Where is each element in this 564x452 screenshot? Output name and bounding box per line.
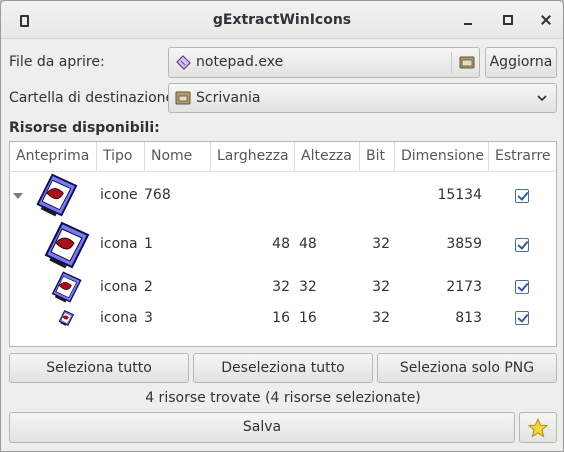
extract-checkbox[interactable] bbox=[515, 280, 529, 294]
desktop-folder-icon bbox=[175, 91, 191, 105]
resources-table[interactable]: Anteprima Tipo Nome Larghezza Altezza Bi… bbox=[9, 141, 557, 347]
notepad-icon bbox=[58, 310, 74, 326]
row-tipo: icona bbox=[100, 279, 138, 295]
extract-checkbox[interactable] bbox=[515, 189, 529, 203]
row-altezza: 16 bbox=[299, 310, 317, 326]
notepad-file-icon bbox=[176, 55, 191, 70]
deselect-all-button[interactable]: Deseleziona tutto bbox=[193, 353, 373, 383]
file-chooser[interactable]: notepad.exe bbox=[168, 47, 480, 78]
save-button[interactable]: Salva bbox=[9, 412, 515, 443]
select-png-button[interactable]: Seleziona solo PNG bbox=[377, 353, 557, 383]
status-text: 4 risorse trovate (4 risorse selezionate… bbox=[145, 390, 421, 406]
folder-icon[interactable] bbox=[459, 55, 475, 69]
row-bit: 32 bbox=[372, 310, 390, 326]
notepad-icon bbox=[51, 271, 82, 303]
row-nome: 1 bbox=[144, 236, 153, 252]
row-larghezza: 32 bbox=[272, 279, 290, 295]
row-altezza: 48 bbox=[299, 236, 317, 252]
chevron-down-icon bbox=[537, 95, 547, 102]
column-header-altezza[interactable]: Altezza bbox=[295, 142, 360, 172]
file-name: notepad.exe bbox=[196, 54, 284, 70]
row-tipo: icona bbox=[100, 236, 138, 252]
row-nome: 3 bbox=[144, 310, 153, 326]
row-bit: 32 bbox=[372, 236, 390, 252]
expander-arrow-icon[interactable] bbox=[13, 193, 23, 199]
row-dimensione: 813 bbox=[455, 310, 482, 326]
minimize-button[interactable] bbox=[460, 11, 478, 29]
row-nome: 768 bbox=[144, 187, 171, 203]
maximize-button[interactable] bbox=[499, 11, 517, 29]
extract-checkbox[interactable] bbox=[515, 311, 529, 325]
destination-combo[interactable]: Scrivania bbox=[168, 83, 557, 113]
destination-label: Cartella di destinazione: bbox=[9, 90, 179, 106]
row-altezza: 32 bbox=[299, 279, 317, 295]
refresh-button[interactable]: Aggiorna bbox=[485, 47, 557, 78]
title-bar: gExtractWinIcons bbox=[1, 1, 563, 39]
column-header-bit[interactable]: Bit bbox=[360, 142, 395, 172]
destination-value: Scrivania bbox=[196, 90, 261, 106]
column-header-larghezza[interactable]: Larghezza bbox=[211, 142, 295, 172]
row-larghezza: 16 bbox=[272, 310, 290, 326]
row-bit: 32 bbox=[372, 279, 390, 295]
row-tipo: icona bbox=[100, 310, 138, 326]
row-nome: 2 bbox=[144, 279, 153, 295]
column-header-nome[interactable]: Nome bbox=[145, 142, 211, 172]
column-header-dimensione[interactable]: Dimensione bbox=[395, 142, 489, 172]
close-button[interactable] bbox=[537, 11, 555, 29]
resources-label: Risorse disponibili: bbox=[9, 120, 160, 136]
column-header-tipo[interactable]: Tipo bbox=[97, 142, 145, 172]
about-button[interactable] bbox=[519, 412, 557, 443]
window-title: gExtractWinIcons bbox=[212, 12, 352, 28]
row-dimensione: 3859 bbox=[446, 236, 482, 252]
app-window: gExtractWinIcons File da aprire: notepad… bbox=[0, 0, 564, 452]
star-icon bbox=[528, 418, 548, 438]
row-dimensione: 2173 bbox=[446, 279, 482, 295]
row-tipo: icone bbox=[100, 187, 138, 203]
select-all-button[interactable]: Seleziona tutto bbox=[9, 353, 189, 383]
row-dimensione: 15134 bbox=[437, 187, 482, 203]
notepad-icon bbox=[36, 173, 78, 217]
column-header-estrarre[interactable]: Estrarre bbox=[489, 142, 556, 172]
file-chooser-separator bbox=[451, 52, 452, 73]
notepad-icon bbox=[44, 221, 90, 269]
extract-checkbox[interactable] bbox=[515, 238, 529, 252]
file-label: File da aprire: bbox=[9, 54, 105, 70]
row-larghezza: 48 bbox=[272, 236, 290, 252]
column-header-anteprima[interactable]: Anteprima bbox=[10, 142, 97, 172]
